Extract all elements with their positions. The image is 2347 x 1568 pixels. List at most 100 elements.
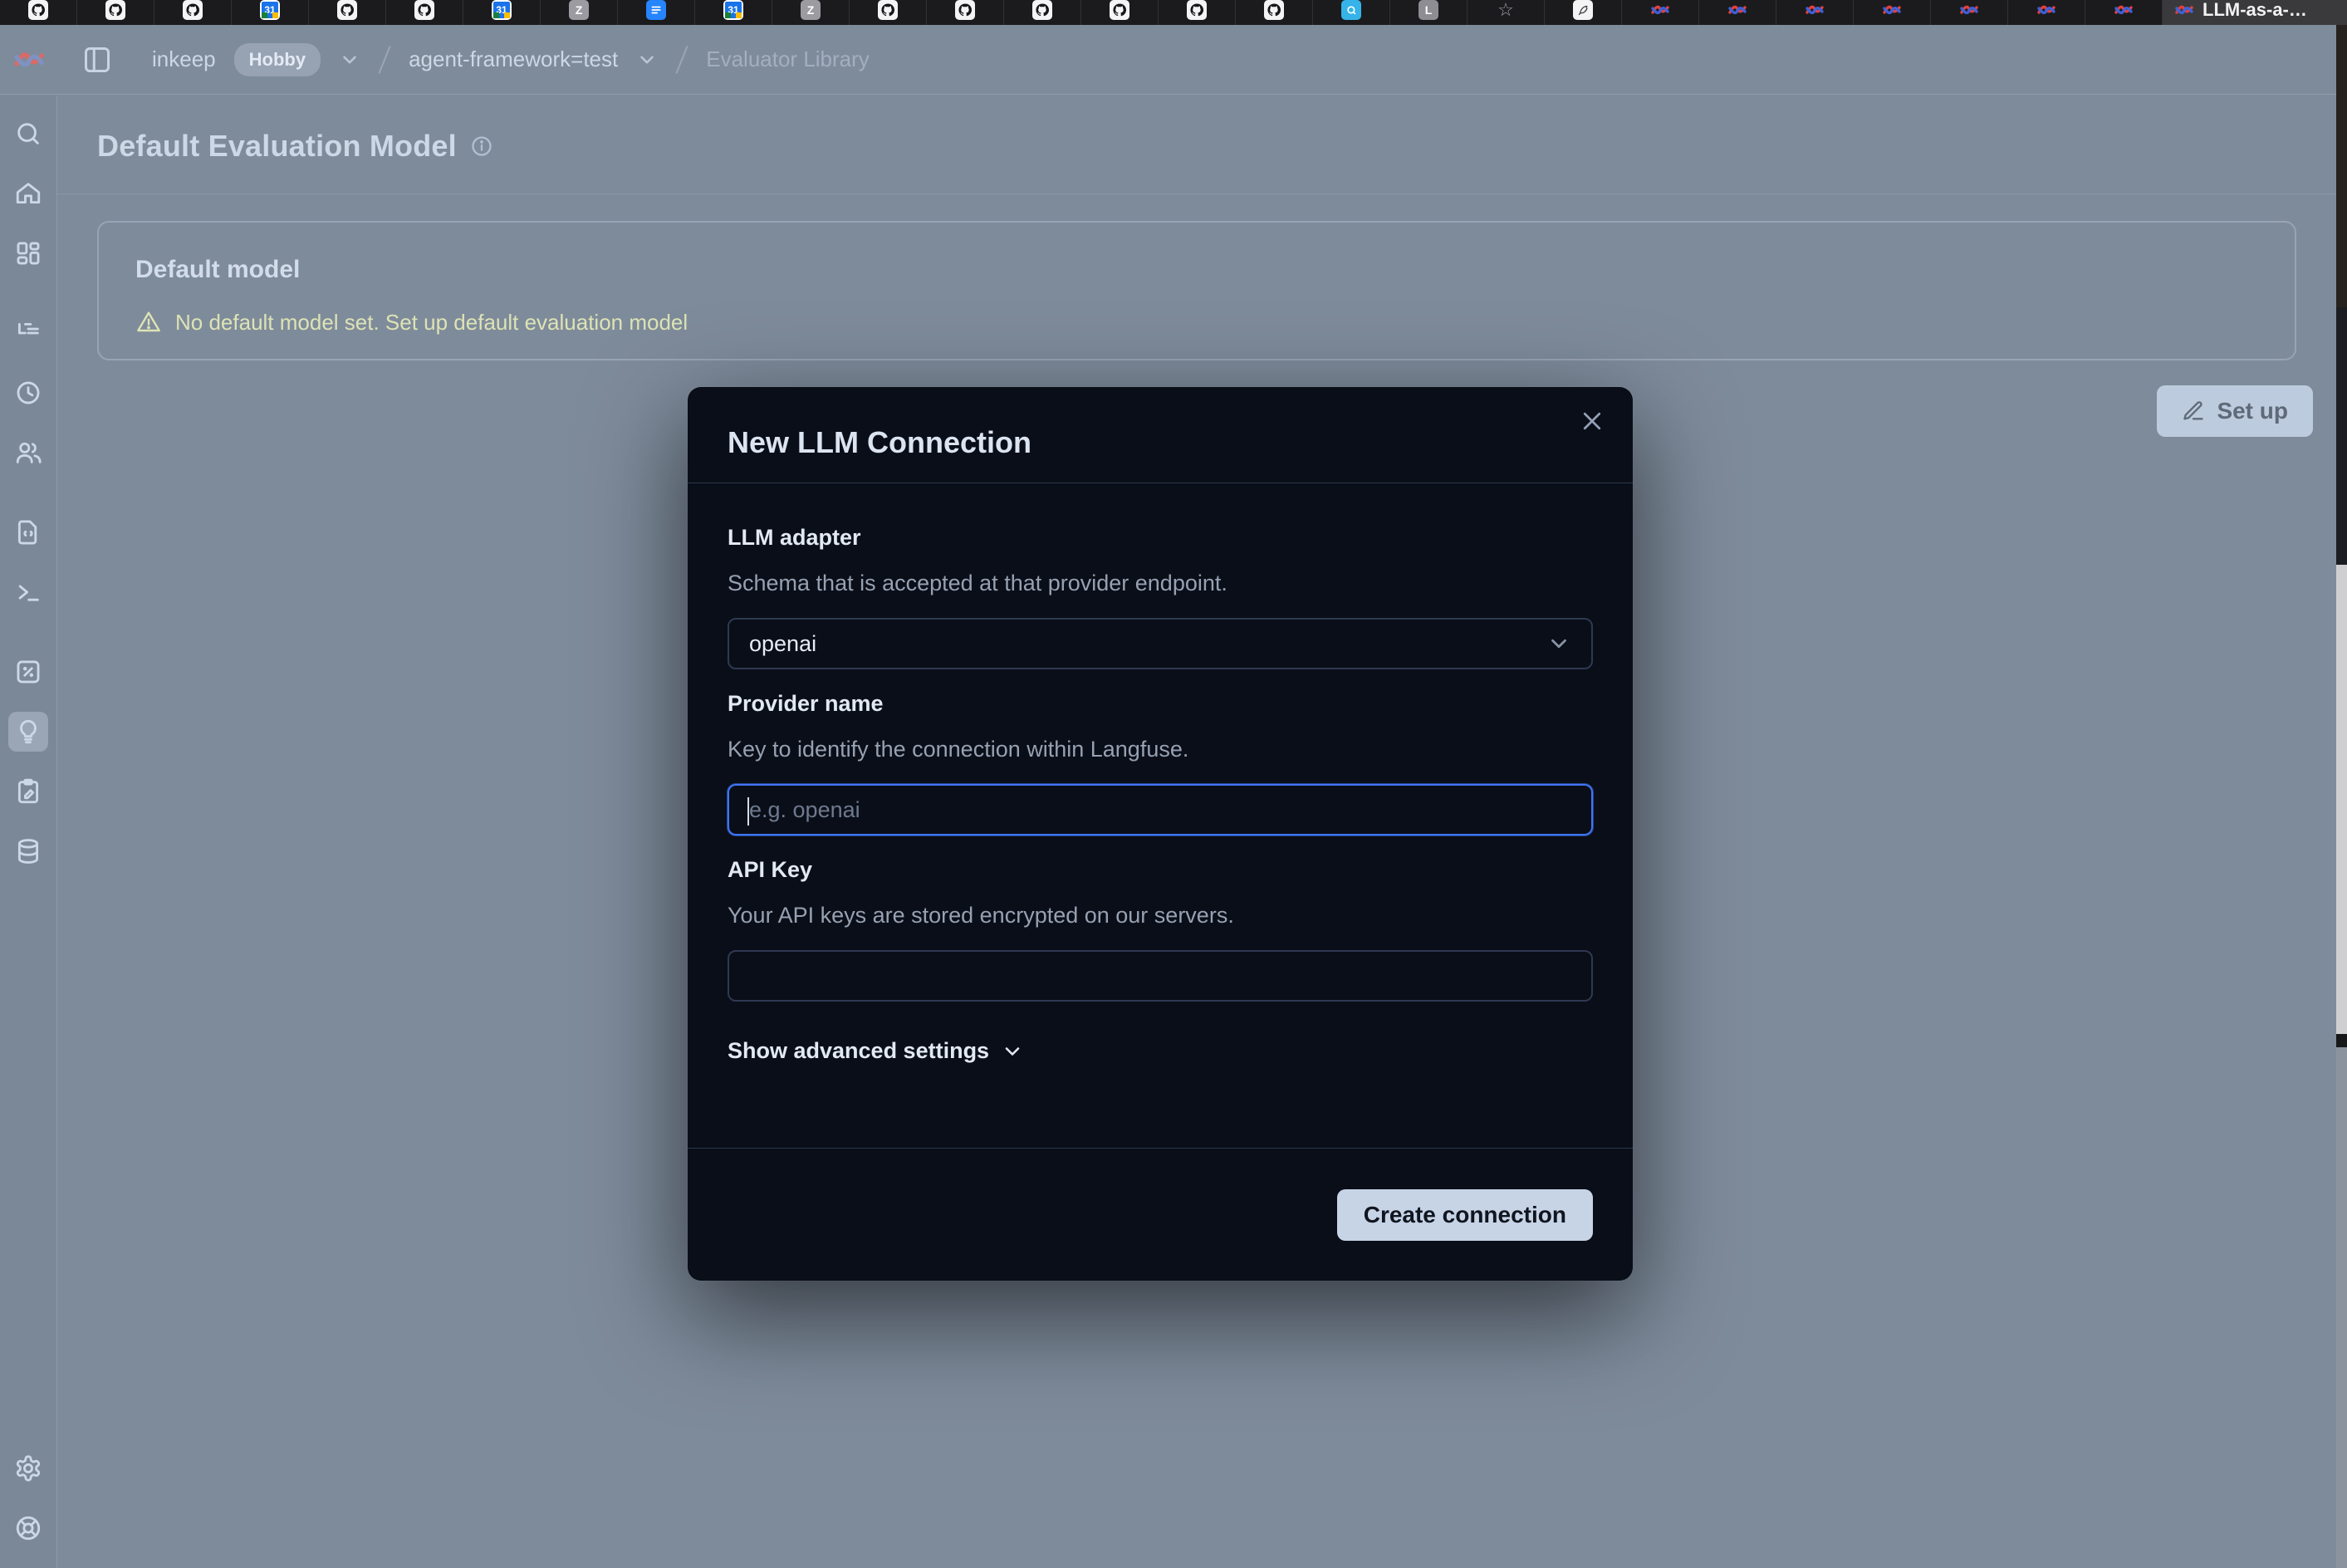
- github-icon: [955, 0, 975, 20]
- show-advanced-settings-toggle[interactable]: Show advanced settings: [728, 1038, 1024, 1064]
- browser-tab[interactable]: [1159, 0, 1236, 25]
- sidebar-item-terminal[interactable]: [8, 572, 48, 612]
- sidebar-item-prompts-file[interactable]: [8, 512, 48, 552]
- breadcrumb-page: Evaluator Library: [706, 47, 870, 72]
- sidebar-item-sessions-clock[interactable]: [8, 373, 48, 413]
- sidebar-item-search[interactable]: [8, 114, 48, 154]
- api-key-description: Your API keys are stored encrypted on ou…: [728, 903, 1593, 929]
- browser-tab[interactable]: [2085, 0, 2163, 25]
- github-icon: [28, 0, 48, 20]
- plan-badge: Hobby: [234, 43, 321, 76]
- api-key-input[interactable]: [749, 963, 1571, 989]
- github-icon: [337, 0, 357, 20]
- langfuse-icon: [2036, 0, 2056, 20]
- gcal-icon: 31: [723, 0, 743, 20]
- provider-name-label: Provider name: [728, 691, 1593, 717]
- breadcrumb-project[interactable]: agent-framework=test: [409, 47, 618, 72]
- browser-tab[interactable]: [1854, 0, 1931, 25]
- sidebar-item-home[interactable]: [8, 174, 48, 213]
- llm-adapter-label: LLM adapter: [728, 525, 1593, 551]
- api-key-field-wrap: [728, 950, 1593, 1002]
- browser-tab[interactable]: [0, 0, 77, 25]
- star-icon: ☆: [1496, 0, 1516, 20]
- browser-tab[interactable]: [386, 0, 463, 25]
- org-chevron-down-icon[interactable]: [339, 49, 360, 71]
- z-badge-icon: Z: [569, 0, 589, 20]
- terminal-icon: [14, 578, 42, 606]
- github-icon: [878, 0, 898, 20]
- browser-tab-active[interactable]: LLM-as-a-…: [2163, 0, 2347, 25]
- browser-tab[interactable]: [1776, 0, 1854, 25]
- dialog-title: New LLM Connection: [728, 425, 1593, 460]
- browser-tab-strip: 31 31 Z 31 Z L ☆ LLM-as-a-…: [0, 0, 2347, 25]
- browser-tab[interactable]: Z: [541, 0, 618, 25]
- browser-tab[interactable]: [1236, 0, 1313, 25]
- github-icon: [105, 0, 125, 20]
- langfuse-icon: [1650, 0, 1670, 20]
- browser-tab[interactable]: [1931, 0, 2008, 25]
- chat-icon: [1341, 0, 1361, 20]
- browser-tab[interactable]: [1545, 0, 1622, 25]
- sidebar-item-dashboard[interactable]: [8, 233, 48, 273]
- browser-tab[interactable]: [1004, 0, 1081, 25]
- close-icon[interactable]: [1580, 409, 1605, 434]
- browser-tab[interactable]: [2008, 0, 2085, 25]
- github-icon: [1264, 0, 1284, 20]
- langfuse-icon: [1959, 0, 1979, 20]
- browser-tab[interactable]: 31: [695, 0, 772, 25]
- langfuse-icon: [2114, 0, 2134, 20]
- info-icon[interactable]: [470, 135, 493, 158]
- browser-tab[interactable]: [618, 0, 695, 25]
- sessions-clock-icon: [14, 379, 42, 407]
- new-llm-connection-dialog: New LLM Connection LLM adapter Schema th…: [688, 387, 1633, 1281]
- create-connection-button[interactable]: Create connection: [1337, 1189, 1593, 1241]
- browser-tab[interactable]: [1622, 0, 1699, 25]
- users-icon: [14, 439, 42, 467]
- sidebar-item-settings-gear[interactable]: [8, 1448, 48, 1488]
- sidebar-item-datasets-database[interactable]: [8, 831, 48, 871]
- text-caret: [747, 797, 749, 826]
- sidebar-item-users[interactable]: [8, 433, 48, 473]
- sidebar-item-evaluation-lightbulb[interactable]: [8, 712, 48, 752]
- llm-adapter-select[interactable]: openai: [728, 618, 1593, 669]
- browser-tab[interactable]: L: [1390, 0, 1467, 25]
- playground-percent-icon: [14, 658, 42, 686]
- provider-name-input[interactable]: [749, 797, 1571, 823]
- sidebar-toggle-icon[interactable]: [82, 45, 112, 75]
- browser-tab[interactable]: ☆: [1467, 0, 1545, 25]
- llm-adapter-selected-value: openai: [749, 631, 816, 657]
- browser-tab[interactable]: Z: [772, 0, 850, 25]
- browser-tab[interactable]: [1313, 0, 1390, 25]
- breadcrumb-separator: [676, 45, 688, 73]
- github-icon: [1187, 0, 1207, 20]
- browser-tab[interactable]: [77, 0, 154, 25]
- browser-tab[interactable]: 31: [463, 0, 541, 25]
- browser-tab[interactable]: [1699, 0, 1776, 25]
- browser-tab[interactable]: 31: [232, 0, 309, 25]
- no-default-model-warning[interactable]: No default model set. Set up default eva…: [175, 310, 688, 336]
- browser-tab[interactable]: [850, 0, 927, 25]
- sidebar-item-annotation-clipboard[interactable]: [8, 772, 48, 811]
- langfuse-logo: [0, 46, 57, 74]
- provider-name-field-wrap: [728, 784, 1593, 835]
- browser-tab[interactable]: [1081, 0, 1159, 25]
- set-up-button[interactable]: Set up: [2157, 385, 2313, 437]
- pencil-icon: [2182, 399, 2205, 423]
- langfuse-icon: [2174, 0, 2194, 20]
- gcal-icon: 31: [492, 0, 512, 20]
- default-model-card: Default model No default model set. Set …: [97, 221, 2296, 360]
- langfuse-icon: [1727, 0, 1747, 20]
- sidebar-item-tracing-tree[interactable]: [8, 313, 48, 353]
- screen-edge-sliver: [2336, 25, 2347, 1568]
- sidebar-item-support-lifebuoy[interactable]: [8, 1508, 48, 1548]
- tracing-tree-icon: [14, 319, 42, 347]
- browser-tab[interactable]: [309, 0, 386, 25]
- breadcrumb-org[interactable]: inkeep: [152, 47, 216, 72]
- browser-tab[interactable]: [154, 0, 232, 25]
- warning-triangle-icon: [135, 309, 162, 336]
- github-icon: [183, 0, 203, 20]
- browser-tab[interactable]: [927, 0, 1004, 25]
- project-chevron-down-icon[interactable]: [636, 49, 658, 71]
- datasets-database-icon: [14, 837, 42, 865]
- sidebar-item-playground-percent[interactable]: [8, 652, 48, 692]
